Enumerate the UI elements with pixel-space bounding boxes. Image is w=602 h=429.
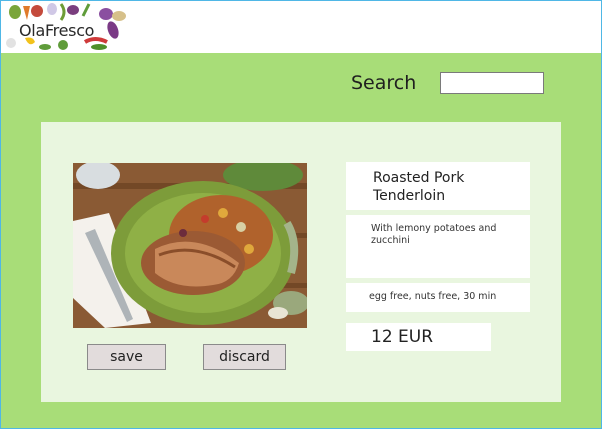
search-input[interactable] — [440, 72, 544, 94]
search-label: Search — [351, 72, 417, 94]
save-button[interactable]: save — [87, 344, 166, 370]
header-bar: OlaFresco — [1, 1, 601, 53]
dish-title: Roasted Pork Tenderloin — [346, 162, 530, 210]
dish-description: With lemony potatoes and zucchini — [346, 215, 530, 278]
dish-photo — [73, 159, 309, 328]
dish-panel: save discard Roasted Pork Tenderloin Wit… — [41, 122, 561, 402]
logo-text: OlaFresco — [19, 21, 95, 40]
app-window: OlaFresco Search save discard Roasted Po… — [0, 0, 602, 429]
dish-tags: egg free, nuts free, 30 min — [346, 283, 530, 312]
logo[interactable]: OlaFresco — [3, 2, 129, 52]
dish-price: 12 EUR — [346, 323, 491, 351]
discard-button[interactable]: discard — [203, 344, 286, 370]
